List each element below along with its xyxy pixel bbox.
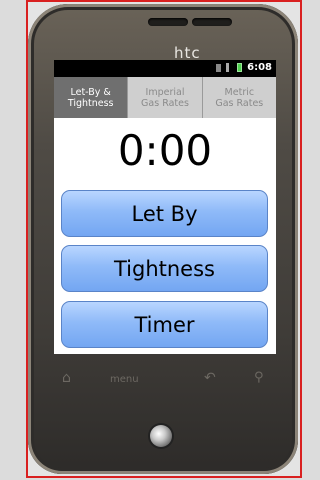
trackball[interactable] (150, 425, 172, 447)
tab-label: Metric Gas Rates (215, 86, 264, 109)
earpiece-speaker (148, 18, 232, 26)
phone-screen: 6:08 Let-By & Tightness Imperial Gas Rat… (54, 60, 276, 354)
notification-icon (216, 63, 221, 72)
status-bar: 6:08 (54, 60, 276, 77)
tab-imperial-gas-rates[interactable]: Imperial Gas Rates (127, 77, 202, 118)
battery-icon (237, 63, 242, 72)
tab-label: Imperial Gas Rates (141, 86, 189, 109)
let-by-button[interactable]: Let By (61, 190, 268, 237)
tab-label: Let-By & Tightness (67, 86, 114, 109)
signal-icon (226, 63, 232, 72)
tightness-button[interactable]: Tightness (61, 245, 268, 292)
home-icon[interactable]: ⌂ (62, 370, 71, 386)
tab-metric-gas-rates[interactable]: Metric Gas Rates (201, 77, 276, 118)
menu-key[interactable]: menu (110, 374, 139, 385)
back-icon[interactable]: ↶ (204, 370, 216, 386)
timer-button[interactable]: Timer (61, 301, 268, 348)
main-content: 0:00 Let By Tightness Timer (54, 118, 276, 354)
hardware-keys: ⌂ menu ↶ ⚲ (38, 368, 288, 398)
timer-display: 0:00 (117, 126, 213, 175)
tab-let-by-tightness[interactable]: Let-By & Tightness (54, 77, 128, 118)
status-icons (216, 63, 242, 72)
status-clock: 6:08 (247, 62, 272, 73)
search-icon[interactable]: ⚲ (254, 370, 264, 385)
tab-bar: Let-By & Tightness Imperial Gas Rates Me… (54, 77, 276, 118)
